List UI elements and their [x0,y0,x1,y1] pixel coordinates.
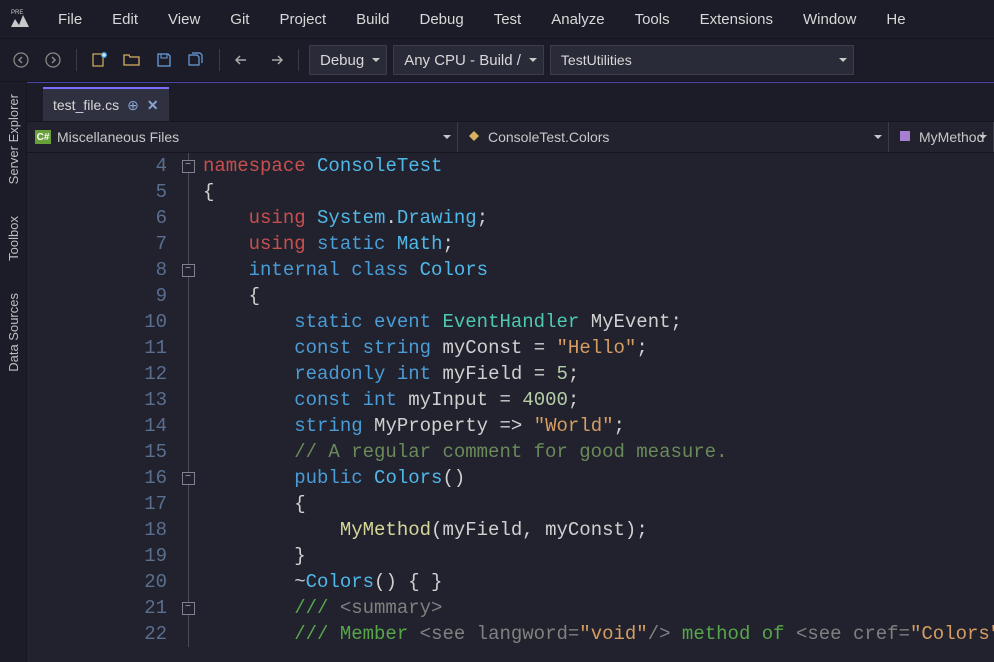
menu-git[interactable]: Git [216,5,263,34]
sidetab-server-explorer[interactable]: Server Explorer [4,90,23,188]
startup-dropdown[interactable]: TestUtilities [550,45,854,75]
fold-toggle[interactable]: − [182,160,195,173]
fold-toggle[interactable]: − [182,264,195,277]
fold-toggle[interactable]: − [182,472,195,485]
class-dropdown[interactable]: ConsoleTest.Colors [458,122,889,152]
project-label: Miscellaneous Files [57,129,179,145]
startup-value: TestUtilities [561,52,632,68]
close-tab-button[interactable]: ✕ [147,97,159,114]
sidetab-toolbox[interactable]: Toolbox [4,212,23,265]
side-tab-strip: Server Explorer Toolbox Data Sources [0,82,27,662]
new-item-button[interactable] [87,47,113,73]
menu-extensions[interactable]: Extensions [686,5,787,34]
menu-file[interactable]: File [44,5,96,34]
class-label: ConsoleTest.Colors [488,129,609,145]
fold-column: − − − − [173,153,203,662]
undo-button[interactable] [230,47,256,73]
nav-forward-button[interactable] [40,47,66,73]
menu-project[interactable]: Project [265,5,340,34]
redo-button[interactable] [262,47,288,73]
method-icon [897,128,913,147]
open-button[interactable] [119,47,145,73]
menu-test[interactable]: Test [480,5,536,34]
config-value: Debug [320,52,364,69]
platform-dropdown[interactable]: Any CPU - Build / [393,45,544,75]
menu-edit[interactable]: Edit [98,5,152,34]
sidetab-data-sources[interactable]: Data Sources [4,289,23,376]
platform-value: Any CPU - Build / [404,52,521,69]
menu-build[interactable]: Build [342,5,403,34]
menu-window[interactable]: Window [789,5,870,34]
menu-help[interactable]: He [872,5,919,34]
csharp-icon: C# [35,130,51,144]
nav-back-button[interactable] [8,47,34,73]
code-editor[interactable]: 45678910111213141516171819202122 − − − − na… [27,153,994,662]
line-number-gutter: 45678910111213141516171819202122 [27,153,173,662]
member-dropdown[interactable]: MyMethod [889,122,994,152]
code-content[interactable]: namespace ConsoleTest{ using System.Draw… [203,153,994,662]
config-dropdown[interactable]: Debug [309,45,387,75]
toolbar: Debug Any CPU - Build / TestUtilities [0,38,994,82]
save-all-button[interactable] [183,47,209,73]
project-dropdown[interactable]: C# Miscellaneous Files [27,122,458,152]
save-button[interactable] [151,47,177,73]
menu-tools[interactable]: Tools [621,5,684,34]
pin-icon[interactable]: ⊕ [127,97,139,114]
menu-analyze[interactable]: Analyze [537,5,618,34]
class-icon [466,128,482,147]
fold-toggle[interactable]: − [182,602,195,615]
menu-bar: PRE File Edit View Git Project Build Deb… [0,0,994,38]
menu-debug[interactable]: Debug [406,5,478,34]
svg-text:PRE: PRE [11,10,23,16]
document-tab-row: test_file.cs ⊕ ✕ [27,82,994,121]
main: Server Explorer Toolbox Data Sources tes… [0,82,994,662]
menu-view[interactable]: View [154,5,214,34]
app-logo: PRE [6,5,34,33]
navigation-bar: C# Miscellaneous Files ConsoleTest.Color… [27,121,994,153]
editor-area: test_file.cs ⊕ ✕ C# Miscellaneous Files … [27,82,994,662]
member-label: MyMethod [919,129,984,145]
file-tab[interactable]: test_file.cs ⊕ ✕ [43,87,169,121]
file-tab-label: test_file.cs [53,97,119,113]
